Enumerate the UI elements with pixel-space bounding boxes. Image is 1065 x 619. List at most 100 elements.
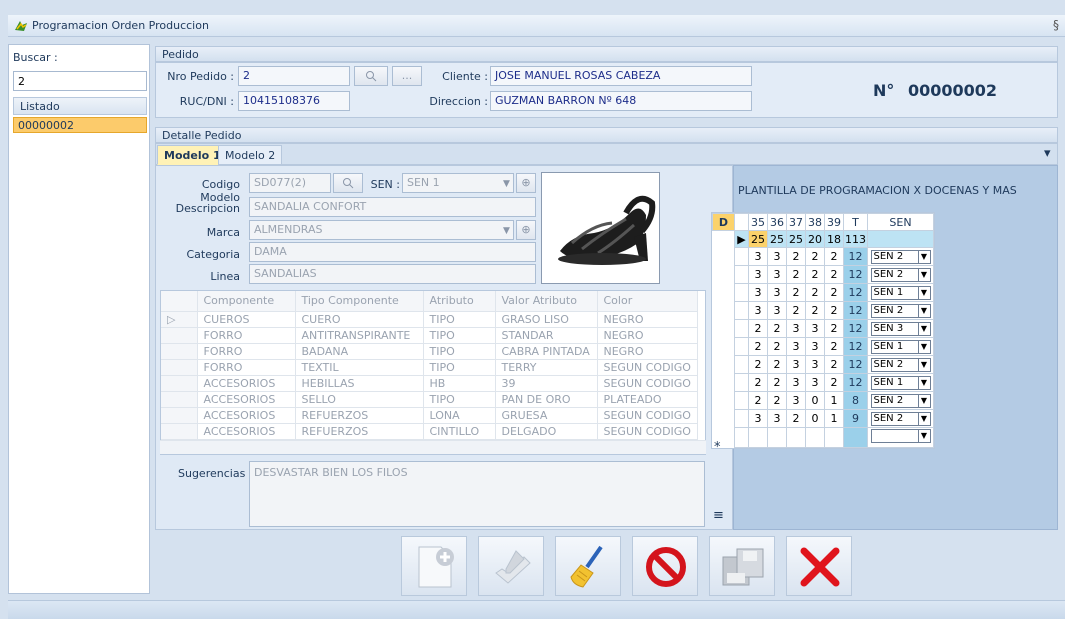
sen-dropdown[interactable]: ▼ [870,429,931,443]
cell[interactable]: 3 [767,409,787,428]
linea-field[interactable]: SANDALIAS [249,264,536,284]
cell[interactable]: 3 [805,373,825,392]
cell[interactable]: 12 [843,373,868,392]
cell[interactable]: 3 [748,301,768,320]
cell[interactable]: 2 [824,337,844,356]
cell[interactable]: 3 [786,337,806,356]
cell[interactable]: 2 [824,247,844,266]
cell[interactable]: 2 [748,337,768,356]
sugerencias-field[interactable]: DESVASTAR BIEN LOS FILOS [249,461,705,527]
sen-cell[interactable]: SEN 1 ▼ [867,337,934,356]
table-row[interactable]: 2 2 3 3 2 12 SEN 3 ▼ [713,319,934,338]
table-row[interactable]: 3 3 2 2 2 12 SEN 2 ▼ [713,301,934,320]
table-row[interactable]: 2 2 3 0 1 8 SEN 2 ▼ [713,391,934,410]
cancel-button[interactable] [632,536,698,596]
sen-cell[interactable]: SEN 2 ▼ [867,301,934,320]
cell[interactable] [824,427,844,448]
sen-dropdown[interactable]: SEN 1 ▼ [870,340,931,354]
chevron-down-icon[interactable]: ▼ [917,323,930,335]
cell[interactable] [786,427,806,448]
cell[interactable]: 2 [786,301,806,320]
chevron-down-icon[interactable]: ▼ [917,413,930,425]
col-valor-atributo[interactable]: Valor Atributo [495,291,598,312]
sen-cell[interactable]: SEN 2 ▼ [867,355,934,374]
cell[interactable]: 2 [748,355,768,374]
sen-dropdown[interactable]: SEN 2 ▼ [870,358,931,372]
nro-pedido-field[interactable]: 2 [238,66,350,86]
cell[interactable]: 2 [824,373,844,392]
cell[interactable]: 2 [824,301,844,320]
cell[interactable]: 1 [824,391,844,410]
new-document-button[interactable] [401,536,467,596]
search-modelo-button[interactable] [333,173,363,193]
cell[interactable]: 2 [805,265,825,284]
sen-cell[interactable]: SEN 2 ▼ [867,265,934,284]
save-button[interactable] [709,536,775,596]
cell[interactable]: 2 [824,265,844,284]
collapse-icon[interactable]: ▾ [1044,146,1051,161]
chevron-down-icon[interactable]: ▼ [917,377,930,389]
col-36[interactable]: 36 [767,213,787,231]
cell[interactable]: 2 [767,355,787,374]
cell[interactable]: 3 [786,391,806,410]
cell[interactable]: 12 [843,337,868,356]
table-row[interactable]: 3 3 2 2 2 12 SEN 1 ▼ [713,283,934,302]
sen-dropdown[interactable]: SEN 3 ▼ [870,322,931,336]
sen-cell[interactable]: SEN 2 ▼ [867,391,934,410]
sen-cell[interactable]: SEN 1 ▼ [867,283,934,302]
col-total[interactable]: T [843,213,868,231]
cell[interactable]: 2 [805,247,825,266]
table-row[interactable]: ACCESORIOS REFUERZOS CINTILLO DELGADO SEGUN … [161,423,698,440]
cell[interactable]: 12 [843,265,868,284]
sen-dropdown[interactable]: SEN 1 ▼ [870,376,931,390]
cell[interactable]: 12 [843,247,868,266]
sen-dropdown[interactable]: SEN 2 ▼ [870,250,931,264]
direccion-field[interactable]: GUZMAN BARRON Nº 648 [490,91,752,111]
edit-button[interactable] [478,536,544,596]
table-row[interactable]: ACCESORIOS REFUERZOS LONA GRUESA SEGUN CODIG… [161,407,698,424]
add-sen-button[interactable]: ⊕ [516,173,536,193]
cell[interactable]: 3 [805,355,825,374]
chevron-down-icon[interactable]: ▼ [917,251,930,263]
cell[interactable]: ▼ [867,427,934,448]
search-input[interactable] [13,71,147,91]
sen-dropdown[interactable]: SEN 1 ▼ [870,286,931,300]
cell[interactable] [767,427,787,448]
cell[interactable]: 1 [824,409,844,428]
cell[interactable]: 2 [786,247,806,266]
close-button[interactable] [786,536,852,596]
horizontal-scrollbar[interactable] [160,440,706,454]
cliente-field[interactable]: JOSE MANUEL ROSAS CABEZA [490,66,752,86]
cell[interactable]: 2 [767,337,787,356]
cell[interactable]: 3 [786,355,806,374]
col-38[interactable]: 38 [805,213,825,231]
cell[interactable]: 12 [843,319,868,338]
cell[interactable]: 3 [767,283,787,302]
cell[interactable]: 12 [843,355,868,374]
cell[interactable]: 0 [805,409,825,428]
cell[interactable]: 12 [843,283,868,302]
cell[interactable]: 12 [843,301,868,320]
sen-select[interactable]: SEN 1 [402,173,514,193]
table-row[interactable]: 2 2 3 3 2 12 SEN 2 ▼ [713,355,934,374]
tab-modelo-2[interactable]: Modelo 2 [218,145,283,165]
table-row[interactable]: 3 3 2 2 2 12 SEN 2 ▼ [713,247,934,266]
col-37[interactable]: 37 [786,213,806,231]
cell[interactable] [748,427,768,448]
plantilla-grid[interactable]: D 35 36 37 38 39 T SEN ▶ 25 25 25 20 18 … [711,212,935,449]
col-39[interactable]: 39 [824,213,844,231]
cell[interactable]: 3 [805,337,825,356]
chevron-down-icon[interactable]: ▼ [917,359,930,371]
descripcion-field[interactable]: SANDALIA CONFORT [249,197,536,217]
chevron-down-icon[interactable]: ▼ [917,341,930,353]
sen-dropdown[interactable]: SEN 2 ▼ [870,304,931,318]
cell[interactable]: 3 [748,409,768,428]
chevron-down-icon[interactable]: ▼ [503,179,510,189]
col-componente[interactable]: Componente [197,291,296,312]
cell[interactable]: 2 [824,319,844,338]
cell[interactable]: 2 [767,391,787,410]
cell[interactable]: 2 [786,409,806,428]
cell[interactable] [843,427,868,448]
codigo-modelo-field[interactable]: SD077(2) [249,173,331,193]
cell[interactable]: 3 [786,373,806,392]
